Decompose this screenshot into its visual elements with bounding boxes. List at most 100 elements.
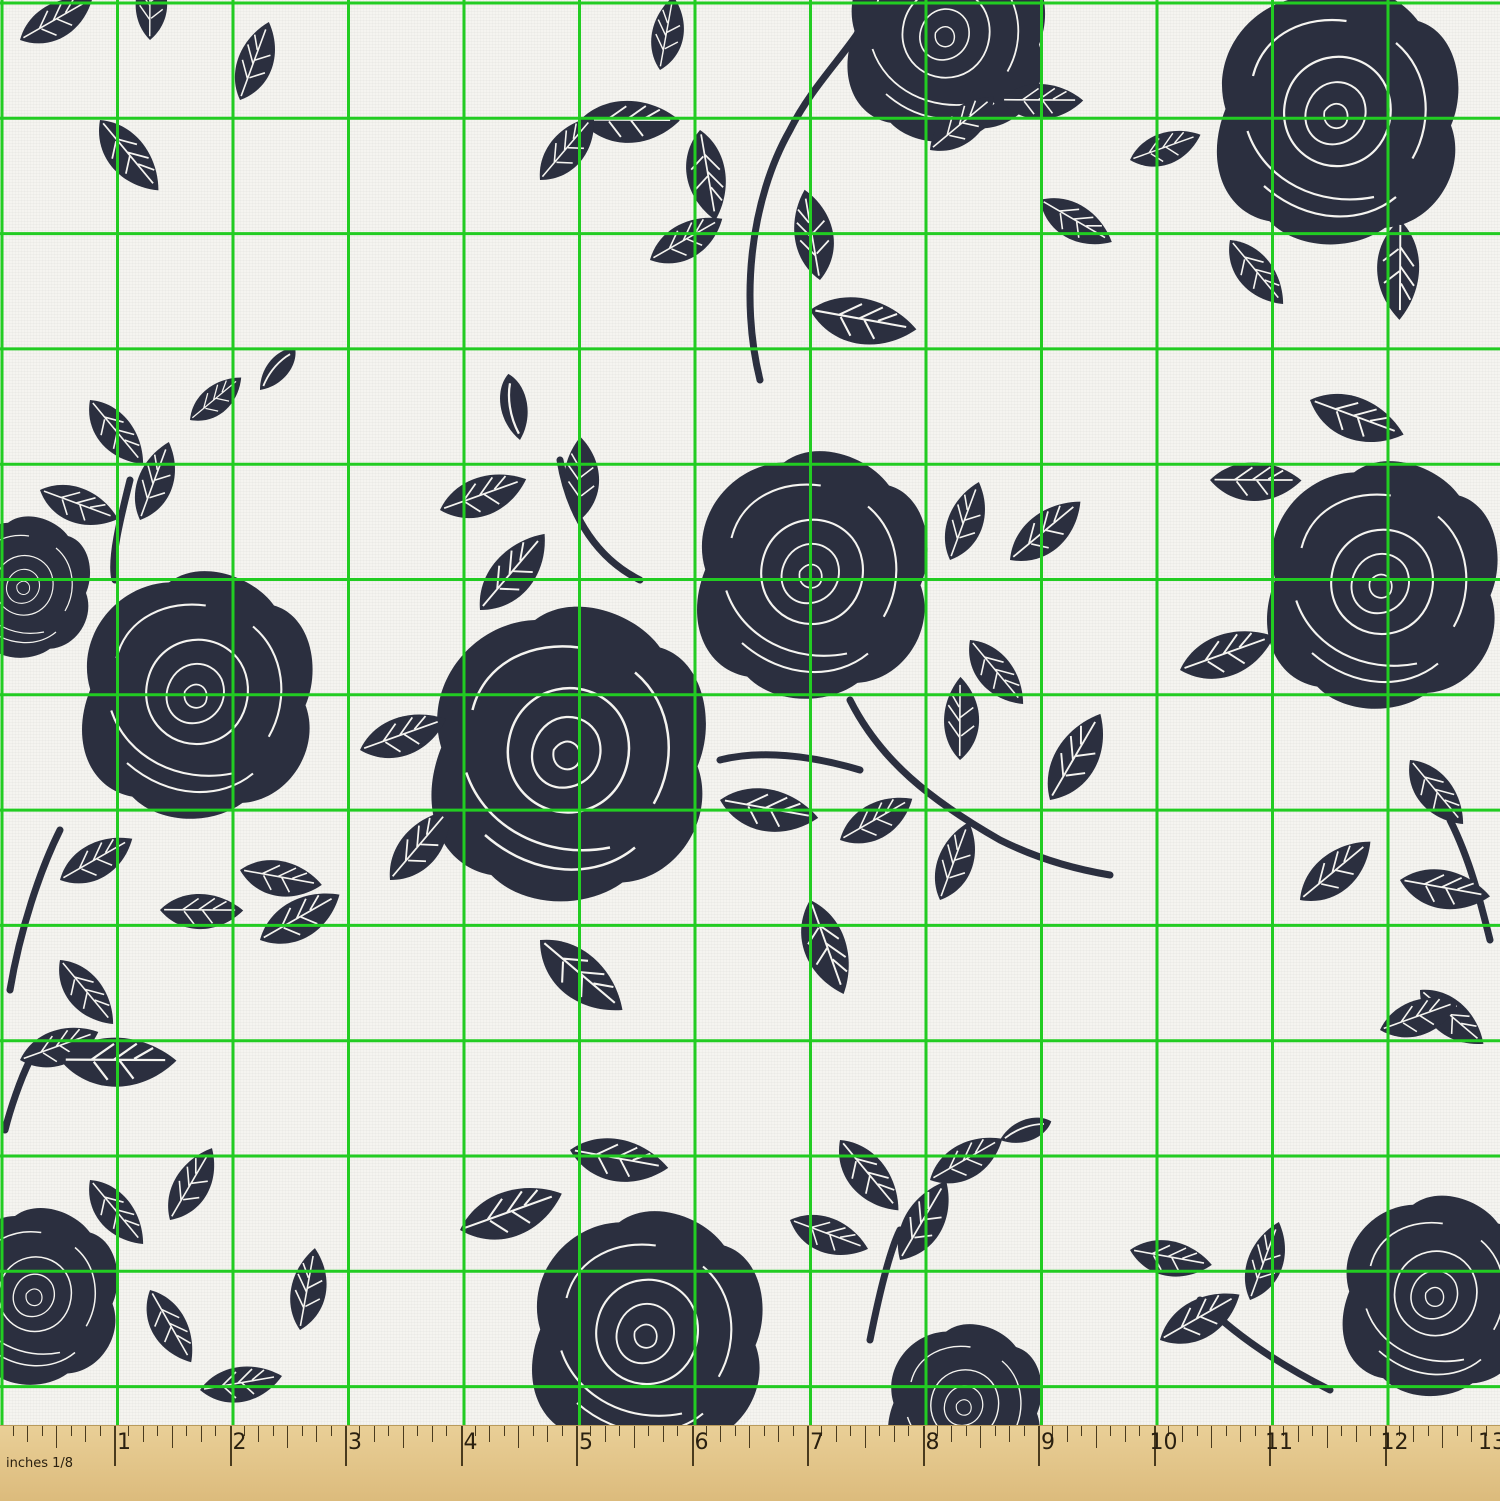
ruler-tick [893, 1426, 895, 1442]
ruler-tick [677, 1426, 679, 1436]
ruler-tick [1355, 1426, 1357, 1442]
ruler-tick [301, 1426, 303, 1436]
ruler-tick [489, 1426, 491, 1442]
ruler-number: 9 [1041, 1430, 1055, 1455]
ruler-tick [1312, 1426, 1314, 1436]
ruler-tick [980, 1426, 982, 1448]
ruler-tick [388, 1426, 390, 1436]
ruler-tick [835, 1426, 837, 1442]
ruler-unit-label: inches 1/8 [6, 1456, 74, 1471]
ruler-tick [734, 1426, 736, 1436]
ruler-tick [1124, 1426, 1126, 1442]
ruler-tick [951, 1426, 953, 1442]
ruler-tick [1038, 1426, 1040, 1466]
ruler-tick [1225, 1426, 1227, 1436]
ruler-number: 6 [694, 1430, 709, 1455]
ruler-tick [27, 1426, 29, 1442]
ruler-tick [287, 1426, 289, 1448]
ruler-tick [1009, 1426, 1011, 1442]
ruler-tick [258, 1426, 260, 1442]
ruler-tick [879, 1426, 881, 1436]
ruler-tick [662, 1426, 664, 1442]
ruler-tick [85, 1426, 87, 1442]
ruler: inches 1/8 12345678910111213 [0, 1425, 1500, 1501]
ruler-tick [1471, 1426, 1473, 1442]
ruler-tick [604, 1426, 606, 1442]
ruler-tick [1196, 1426, 1198, 1436]
ruler-tick [1211, 1426, 1213, 1448]
ruler-number: 3 [348, 1430, 362, 1455]
ruler-number: 2 [232, 1430, 247, 1455]
ruler-number: 7 [810, 1430, 824, 1455]
ruler-tick [691, 1426, 694, 1466]
ruler-tick [1297, 1426, 1299, 1442]
ruler-tick [200, 1426, 202, 1442]
ruler-tick [171, 1426, 173, 1448]
ruler-tick [547, 1426, 549, 1442]
ruler-tick [1456, 1426, 1458, 1436]
ruler-tick [1413, 1426, 1415, 1442]
ruler-tick [763, 1426, 765, 1436]
ruler-tick [215, 1426, 217, 1436]
ruler-tick [229, 1426, 232, 1466]
ruler-tick [503, 1426, 505, 1436]
ruler-tick [330, 1426, 332, 1436]
ruler-tick [561, 1426, 563, 1436]
ruler-tick [619, 1426, 621, 1436]
ruler-tick [1095, 1426, 1097, 1448]
ruler-tick [316, 1426, 318, 1442]
ruler-tick [576, 1426, 578, 1466]
ruler-tick [12, 1426, 14, 1436]
ruler-tick [402, 1426, 404, 1448]
ruler-number: 10 [1149, 1430, 1178, 1455]
ruler-tick [417, 1426, 419, 1436]
ruler-tick [1370, 1426, 1372, 1436]
ruler-number: 8 [925, 1430, 940, 1455]
ruler-tick [157, 1426, 159, 1436]
ruler-tick [749, 1426, 751, 1448]
ruler-tick [56, 1426, 58, 1448]
ruler-tick [1139, 1426, 1141, 1436]
ruler-tick [908, 1426, 910, 1436]
ruler-tick [807, 1426, 809, 1466]
ruler-tick [41, 1426, 43, 1436]
ruler-tick [792, 1426, 794, 1436]
fabric-swatch [0, 0, 1500, 1425]
ruler-tick [272, 1426, 274, 1436]
ruler-tick [460, 1426, 463, 1466]
ruler-tick [648, 1426, 650, 1436]
ruler-tick [850, 1426, 852, 1436]
ruler-tick [720, 1426, 722, 1442]
ruler-number: 1 [117, 1430, 131, 1455]
ruler-tick [1110, 1426, 1112, 1436]
ruler-tick [1442, 1426, 1444, 1448]
ruler-tick [431, 1426, 433, 1442]
ruler-tick [864, 1426, 866, 1448]
ruler-tick [1326, 1426, 1328, 1448]
ruler-tick [778, 1426, 780, 1442]
ruler-tick [186, 1426, 188, 1436]
ruler-tick [114, 1426, 116, 1466]
ruler-tick [965, 1426, 967, 1436]
ruler-tick [1182, 1426, 1184, 1442]
ruler-tick [99, 1426, 101, 1436]
ruler-tick [142, 1426, 144, 1442]
ruler-tick [345, 1426, 347, 1466]
ruler-tick [373, 1426, 375, 1442]
ruler-tick [922, 1426, 925, 1466]
ruler-number: 5 [579, 1430, 593, 1455]
ruler-tick [532, 1426, 534, 1436]
ruler-tick [518, 1426, 520, 1448]
ruler-tick [70, 1426, 72, 1436]
ruler-tick [1254, 1426, 1256, 1436]
ruler-number: 13 [1478, 1430, 1500, 1455]
ruler-number: 12 [1380, 1430, 1409, 1455]
ruler-tick [1427, 1426, 1429, 1436]
ruler-tick [1066, 1426, 1068, 1442]
ruler-tick [994, 1426, 996, 1436]
ruler-number: 4 [463, 1430, 478, 1455]
ruler-tick [1240, 1426, 1242, 1442]
ruler-tick [633, 1426, 635, 1448]
rose-pattern [0, 0, 1500, 1425]
ruler-tick [1023, 1426, 1025, 1436]
